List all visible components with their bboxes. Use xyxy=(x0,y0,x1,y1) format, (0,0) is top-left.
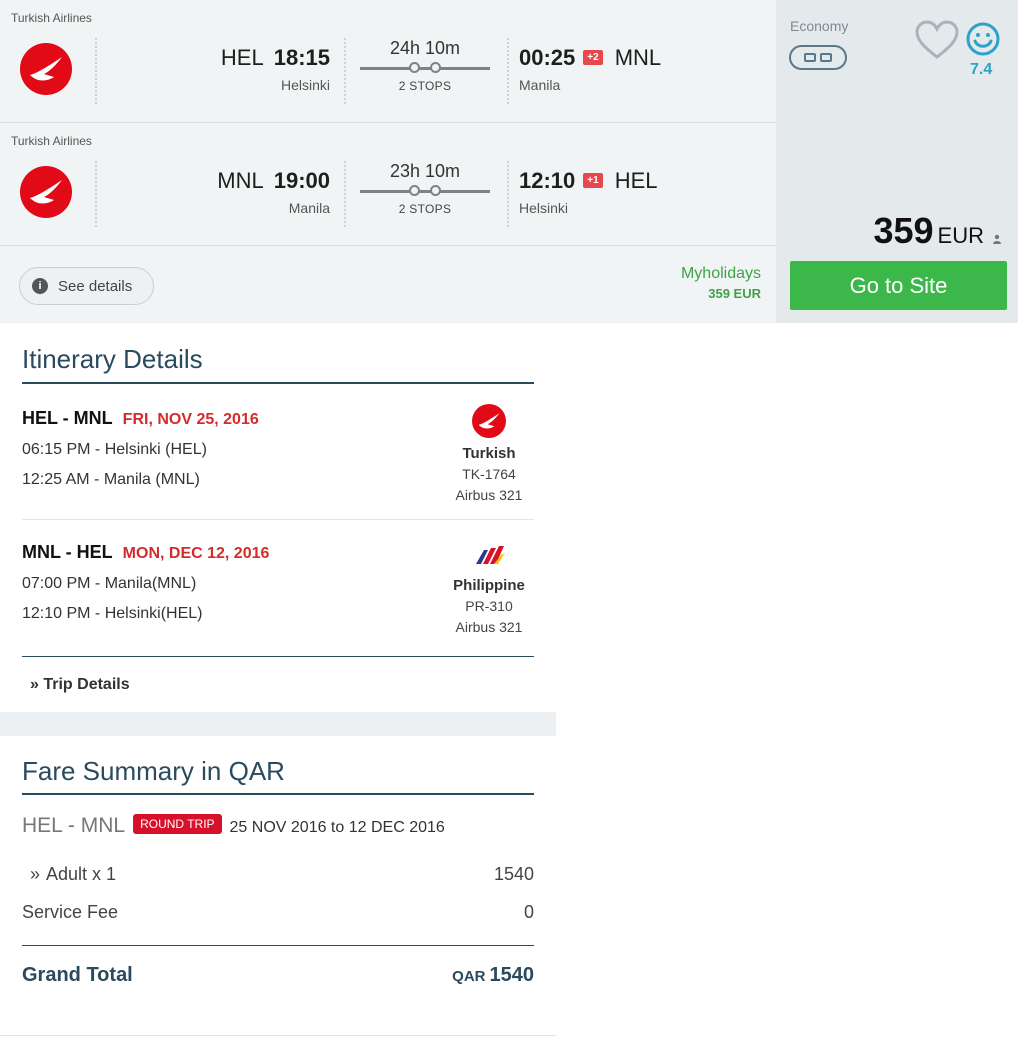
divider xyxy=(344,38,346,104)
trip-details-link[interactable]: » Trip Details xyxy=(30,676,130,694)
cabin-class: Economy xyxy=(790,18,849,34)
title-underline xyxy=(22,382,534,384)
provider-block[interactable]: Myholidays 359 EUR xyxy=(681,265,761,301)
turkish-airlines-logo-icon xyxy=(472,404,506,438)
flight-number: TK-1764 xyxy=(462,466,516,482)
see-details-button[interactable]: i See details xyxy=(19,267,154,305)
section-divider xyxy=(22,656,534,657)
total-divider xyxy=(22,945,534,946)
itinerary-segment: MNL - HEL MON, DEC 12, 2016 07:00 PM - Ma… xyxy=(22,542,534,635)
departure-city: Manila xyxy=(288,200,330,216)
stops-line-icon xyxy=(360,61,490,75)
duration-block: 23h 10m 2 STOPS xyxy=(360,161,490,216)
price-value: 359 xyxy=(873,210,934,251)
fare-route: HEL - MNL ROUND TRIP 25 NOV 2016 to 12 DEC… xyxy=(22,814,445,838)
provider-name[interactable]: Myholidays xyxy=(681,265,761,283)
heart-favorite-icon[interactable] xyxy=(914,20,960,60)
fare-dates: 25 NOV 2016 to 12 DEC 2016 xyxy=(229,819,445,836)
day-offset-badge: +1 xyxy=(583,172,603,188)
bag-icon xyxy=(820,53,832,62)
smiley-rating-icon xyxy=(966,22,1000,56)
grand-total-label: Grand Total xyxy=(22,964,133,986)
baggage-icon xyxy=(789,45,847,70)
grand-total-row: Grand Total QAR 1540 xyxy=(22,964,534,987)
bag-icon xyxy=(804,53,816,62)
departure-time: 18:15 xyxy=(273,45,330,70)
carrier-block: Philippine PR-310 Airbus 321 xyxy=(444,540,534,638)
arrival-city: Helsinki xyxy=(519,200,569,216)
segment-date: FRI, NOV 25, 2016 xyxy=(122,411,259,428)
arrival-code: HEL xyxy=(614,168,658,193)
departure-block: HEL 18:15 Helsinki xyxy=(221,45,330,93)
service-fee-value: 0 xyxy=(523,902,534,922)
duration-block: 24h 10m 2 STOPS xyxy=(360,38,490,93)
adult-label: Adult x 1 xyxy=(46,864,117,884)
carrier-block: Turkish TK-1764 Airbus 321 xyxy=(444,404,534,506)
segment-divider xyxy=(22,519,534,520)
adult-fare-row[interactable]: » Adult x 1 1540 xyxy=(22,864,534,885)
service-fee-row: Service Fee 0 xyxy=(22,902,534,923)
duration: 23h 10m xyxy=(389,161,461,181)
departure-city: Helsinki xyxy=(280,77,330,93)
departure-code: HEL xyxy=(220,45,264,70)
price-currency: EUR xyxy=(937,223,984,248)
day-offset-badge: +2 xyxy=(583,49,603,65)
service-fee-label: Service Fee xyxy=(22,902,119,922)
flight-number: PR-310 xyxy=(465,598,513,614)
divider xyxy=(95,161,97,227)
departure-code: MNL xyxy=(217,168,264,193)
fare-summary-title: Fare Summary in QAR xyxy=(22,756,285,786)
airline-name: Turkish Airlines xyxy=(11,134,92,148)
return-leg[interactable]: Turkish Airlines MNL 19:00 Manila 23h 10m… xyxy=(0,123,776,246)
double-chevron-right-icon: » xyxy=(30,676,39,693)
arrival-time: 00:25 xyxy=(519,45,576,70)
grand-total-currency: QAR xyxy=(452,968,486,985)
segment-date: MON, DEC 12, 2016 xyxy=(122,545,270,562)
stops-line-icon xyxy=(360,184,490,198)
arrival-city: Manila xyxy=(519,77,561,93)
title-underline xyxy=(22,793,534,795)
divider xyxy=(507,38,509,104)
price: 359 EUR xyxy=(873,210,1002,252)
aircraft-type: Airbus 321 xyxy=(455,619,523,635)
carrier-name: Philippine xyxy=(453,577,525,594)
turkish-airlines-logo-icon xyxy=(20,43,72,95)
passenger-icon xyxy=(993,234,1001,244)
grand-total-value: 1540 xyxy=(489,964,535,986)
airline-name: Turkish Airlines xyxy=(11,11,92,25)
adult-value: 1540 xyxy=(493,864,534,884)
trip-details-label: Trip Details xyxy=(43,676,130,693)
provider-price: 359 EUR xyxy=(708,286,761,301)
see-details-label: See details xyxy=(58,277,133,295)
itinerary-title: Itinerary Details xyxy=(22,344,203,374)
philippine-airlines-logo-icon xyxy=(476,546,504,564)
segment-route: MNL - HEL xyxy=(22,542,113,562)
arrival-code: MNL xyxy=(614,45,662,70)
info-icon: i xyxy=(32,278,48,294)
round-trip-badge: ROUND TRIP xyxy=(133,814,222,835)
divider xyxy=(507,161,509,227)
aircraft-type: Airbus 321 xyxy=(455,487,523,503)
double-chevron-right-icon: » xyxy=(30,864,41,884)
arrival-block: 00:25 +2 MNL Manila xyxy=(519,45,661,93)
itinerary-segment: HEL - MNL FRI, NOV 25, 2016 06:15 PM - He… xyxy=(22,404,534,503)
bottom-divider xyxy=(0,1035,556,1036)
segment-route: HEL - MNL xyxy=(22,408,113,428)
divider xyxy=(344,161,346,227)
stops-count: 2 STOPS xyxy=(398,202,452,216)
outbound-leg[interactable]: Turkish Airlines HEL 18:15 Helsinki 24h 1… xyxy=(0,0,776,123)
stops-count: 2 STOPS xyxy=(398,79,452,93)
fare-route-codes: HEL - MNL xyxy=(22,814,126,837)
carrier-name: Turkish xyxy=(462,445,516,462)
arrival-time: 12:10 xyxy=(519,168,576,193)
go-to-site-button[interactable]: Go to Site xyxy=(790,261,1007,310)
arrival-block: 12:10 +1 HEL Helsinki xyxy=(519,168,657,216)
duration: 24h 10m xyxy=(389,38,461,58)
departure-time: 19:00 xyxy=(273,168,330,193)
departure-block: MNL 19:00 Manila xyxy=(217,168,330,216)
rating-score: 7.4 xyxy=(970,61,993,78)
section-gap xyxy=(0,712,556,736)
turkish-airlines-logo-icon xyxy=(20,166,72,218)
divider xyxy=(95,38,97,104)
